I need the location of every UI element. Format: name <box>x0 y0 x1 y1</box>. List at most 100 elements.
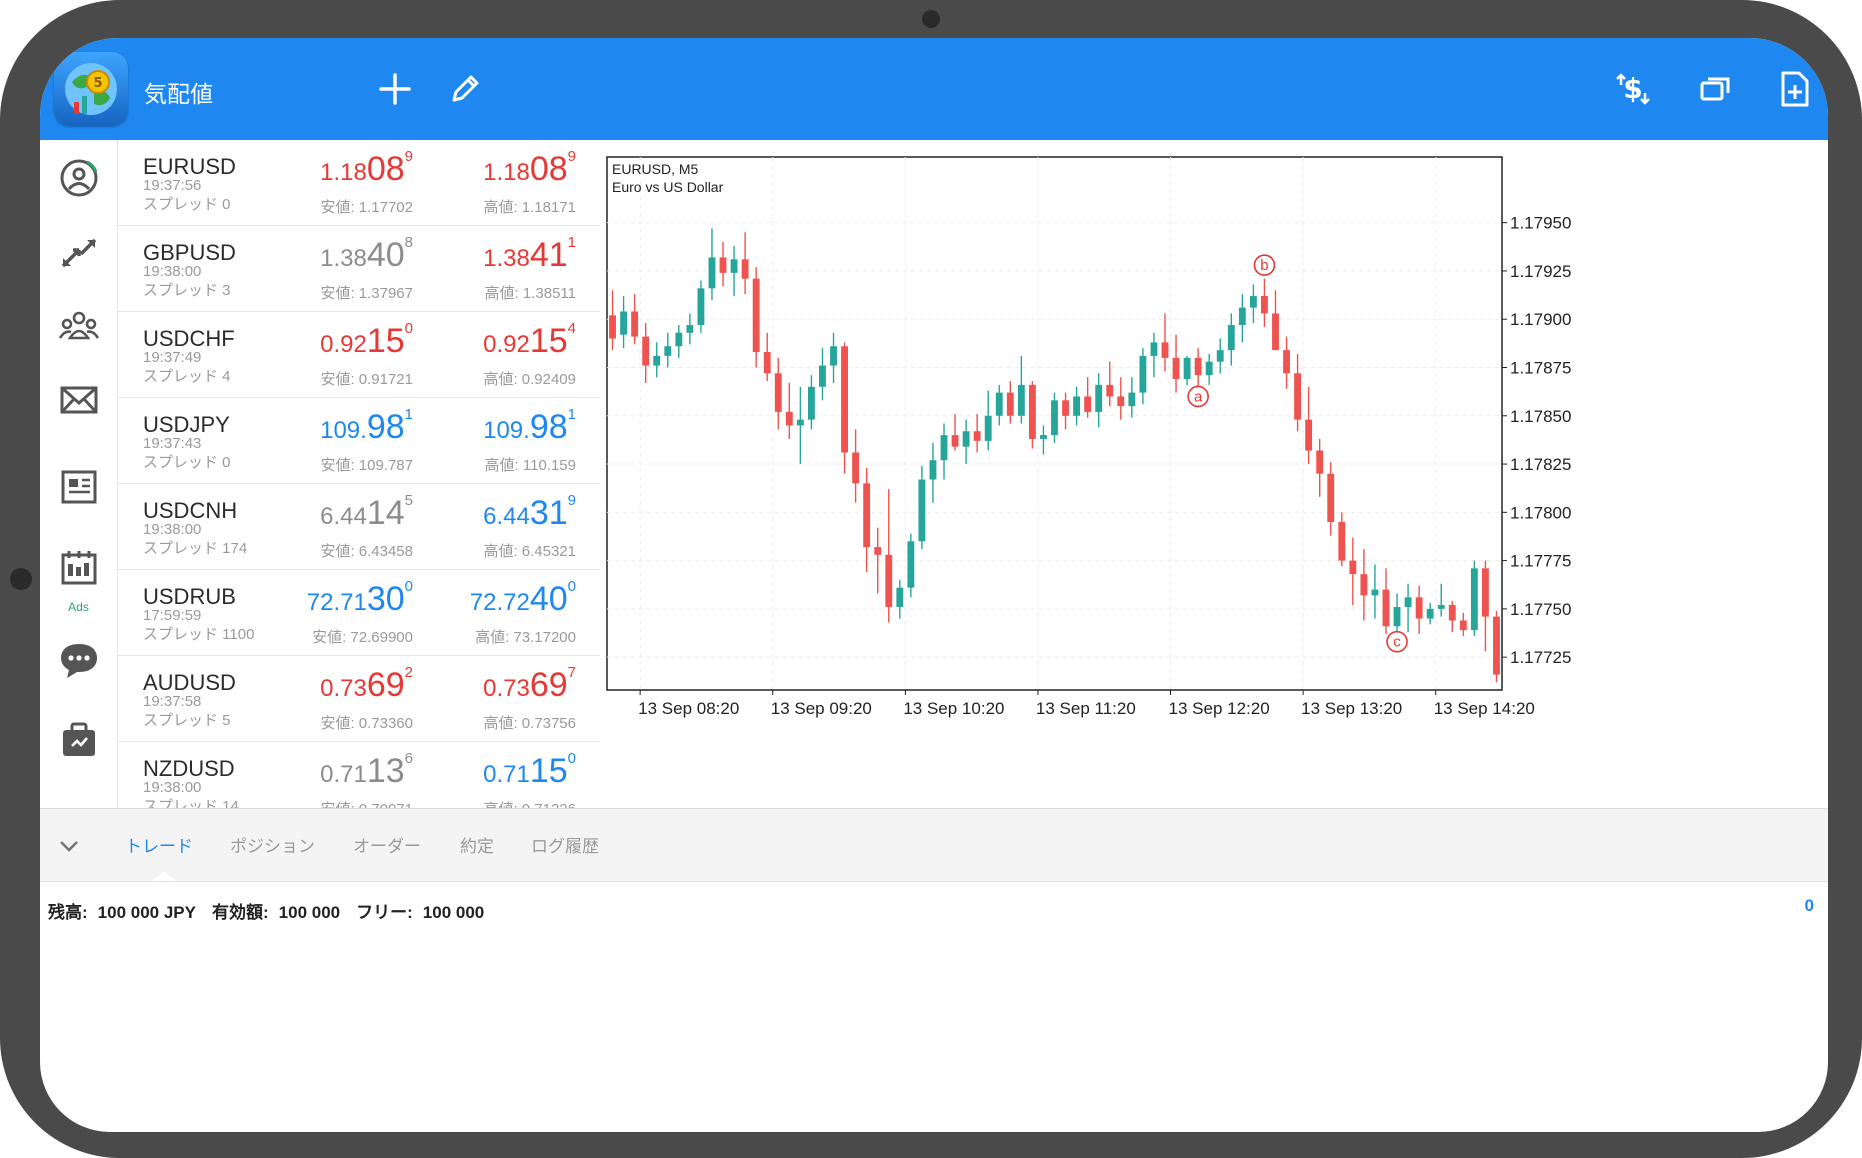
trade-button[interactable]: $ <box>1608 64 1658 114</box>
candle-body <box>1249 296 1257 308</box>
quote-row-usdcnh[interactable]: USDCNH 19:38:00 スプレッド 174 6.44145 6.44319 安値:… <box>118 484 600 570</box>
ask-price-pips: 15 <box>529 752 568 790</box>
windows-button[interactable] <box>1690 64 1740 114</box>
candle-body <box>719 257 727 273</box>
quote-row-gbpusd[interactable]: GBPUSD 19:38:00 スプレッド 3 1.38408 1.38411 安値: 1… <box>118 226 600 312</box>
candle-body <box>1437 605 1445 609</box>
quotes-icon <box>60 159 97 197</box>
y-tick-label: 1.17850 <box>1510 407 1571 426</box>
tab-orders[interactable]: オーダー <box>353 832 421 857</box>
candle-body <box>1117 396 1125 407</box>
tablet-frame: 5 気配値 $ Ads EURUSD 19:37:56 スプレッド 0 1.18… <box>0 0 1862 1158</box>
chat-icon <box>60 644 97 678</box>
y-tick-label: 1.17875 <box>1510 358 1571 377</box>
candle-body <box>752 278 760 353</box>
nav-trade-tools[interactable] <box>40 700 117 776</box>
active-tab-indicator <box>152 871 176 881</box>
ask-price-main: 1.18 <box>483 159 530 186</box>
candle-body <box>1128 392 1136 407</box>
quote-spread: スプレッド 0 <box>143 454 231 471</box>
add-symbol-button[interactable] <box>370 64 420 114</box>
y-tick-label: 1.17725 <box>1510 648 1571 667</box>
quote-spread: スプレッド 3 <box>143 282 231 299</box>
tab-trade[interactable]: トレード <box>125 832 193 857</box>
ask-price-fraction: 0 <box>567 750 576 767</box>
ask-price: 109.981 <box>483 406 576 447</box>
nav-chart[interactable] <box>40 216 117 292</box>
candle-body <box>1294 373 1302 420</box>
candle-body <box>951 435 959 447</box>
candlestick-chart[interactable]: 1.17950 1.17925 1.17900 1.17875 1.17850 1.178… <box>600 140 1828 808</box>
nav-quotes[interactable] <box>40 140 117 216</box>
quote-row-audusd[interactable]: AUDUSD 19:37:58 スプレッド 5 0.73692 0.73697 安値: 0… <box>118 656 600 742</box>
ask-price-fraction: 7 <box>567 664 576 681</box>
free-margin-label: フリー: <box>356 903 413 922</box>
bid-price: 1.38408 <box>320 234 413 275</box>
candle-body <box>962 431 970 447</box>
quote-row-usdjpy[interactable]: USDJPY 19:37:43 スプレッド 0 109.981 109.981 安値: 1… <box>118 398 600 484</box>
quote-row-usdrub[interactable]: USDRUB 17:59:59 スプレッド 1100 72.71300 72.72400… <box>118 570 600 656</box>
candle-body <box>1084 396 1092 412</box>
file-plus-icon <box>1781 71 1809 107</box>
ask-price-main: 1.38 <box>483 245 530 272</box>
nav-news[interactable] <box>40 448 117 524</box>
candle-body <box>1448 605 1456 621</box>
bid-price-main: 1.18 <box>320 159 367 186</box>
x-tick-label: 13 Sep 14:20 <box>1434 699 1535 718</box>
plus-icon <box>379 73 411 105</box>
bid-price-fraction: 0 <box>404 320 413 337</box>
candle-body <box>830 346 837 366</box>
candle-body <box>1382 589 1390 627</box>
top-bar: 5 気配値 $ <box>40 38 1828 140</box>
bid-price-main: 109. <box>320 417 367 444</box>
candle-body <box>1040 435 1047 439</box>
ads-label: Ads <box>68 600 89 614</box>
x-tick-label: 13 Sep 09:20 <box>771 699 872 718</box>
x-tick-label: 13 Sep 12:20 <box>1169 699 1270 718</box>
candle-body <box>1161 342 1169 358</box>
candle-body <box>631 311 639 337</box>
chevron-down-icon[interactable] <box>54 831 84 861</box>
nav-mailbox[interactable] <box>40 362 117 438</box>
candle-body <box>1216 350 1224 362</box>
candle-body <box>1272 313 1279 351</box>
annotation-label: c <box>1393 634 1401 651</box>
chart-subtitle: Euro vs US Dollar <box>612 179 724 195</box>
quotes-list: EURUSD 19:37:56 スプレッド 0 1.18089 1.18089 安値: 1… <box>118 140 600 808</box>
quote-row-usdchf[interactable]: USDCHF 19:37:49 スプレッド 4 0.92150 0.92154 安値: 0… <box>118 312 600 398</box>
edit-list-button[interactable] <box>440 64 490 114</box>
candle-body <box>984 415 992 441</box>
candle-body <box>874 547 882 555</box>
candle-body <box>653 355 661 366</box>
nav-calendar[interactable] <box>40 530 117 606</box>
ask-price: 6.44319 <box>483 492 576 533</box>
candle-body <box>1283 350 1290 374</box>
tab-journal[interactable]: ログ履歴 <box>531 832 599 857</box>
candle-body <box>1261 296 1268 314</box>
quote-row-nzdusd[interactable]: NZDUSD19:38:00スプレッド 140.711360.71150安値: … <box>118 742 600 808</box>
candle-body <box>741 259 749 279</box>
x-tick-label: 13 Sep 08:20 <box>638 699 739 718</box>
new-document-button[interactable] <box>1770 64 1820 114</box>
quote-low: 安値: 1.37967 <box>320 285 413 302</box>
quote-low: 安値: 0.91721 <box>320 371 413 388</box>
nav-community[interactable] <box>40 288 117 364</box>
bid-price-fraction: 2 <box>404 664 413 681</box>
candle-body <box>774 373 782 412</box>
ask-price: 72.72400 <box>470 578 576 619</box>
candle-body <box>940 435 948 461</box>
candle-body <box>973 431 981 441</box>
ask-price-fraction: 4 <box>567 320 576 337</box>
candle-body <box>1051 400 1058 436</box>
tab-deals[interactable]: 約定 <box>460 832 494 857</box>
metatrader-app-icon[interactable]: 5 <box>54 52 128 126</box>
quote-row-eurusd[interactable]: EURUSD 19:37:56 スプレッド 0 1.18089 1.18089 安値: 1… <box>118 140 600 226</box>
candle-body <box>730 259 738 273</box>
candle-body <box>807 386 815 420</box>
price-chart[interactable]: 1.17950 1.17925 1.17900 1.17875 1.17850 1.178… <box>600 140 1828 808</box>
quote-spread: スプレッド 5 <box>143 712 231 729</box>
tab-positions[interactable]: ポジション <box>230 832 315 857</box>
nav-chat[interactable] <box>40 622 117 698</box>
free-margin-value: 100 000 <box>422 903 485 922</box>
quote-high: 高値: 0.92409 <box>483 371 576 388</box>
